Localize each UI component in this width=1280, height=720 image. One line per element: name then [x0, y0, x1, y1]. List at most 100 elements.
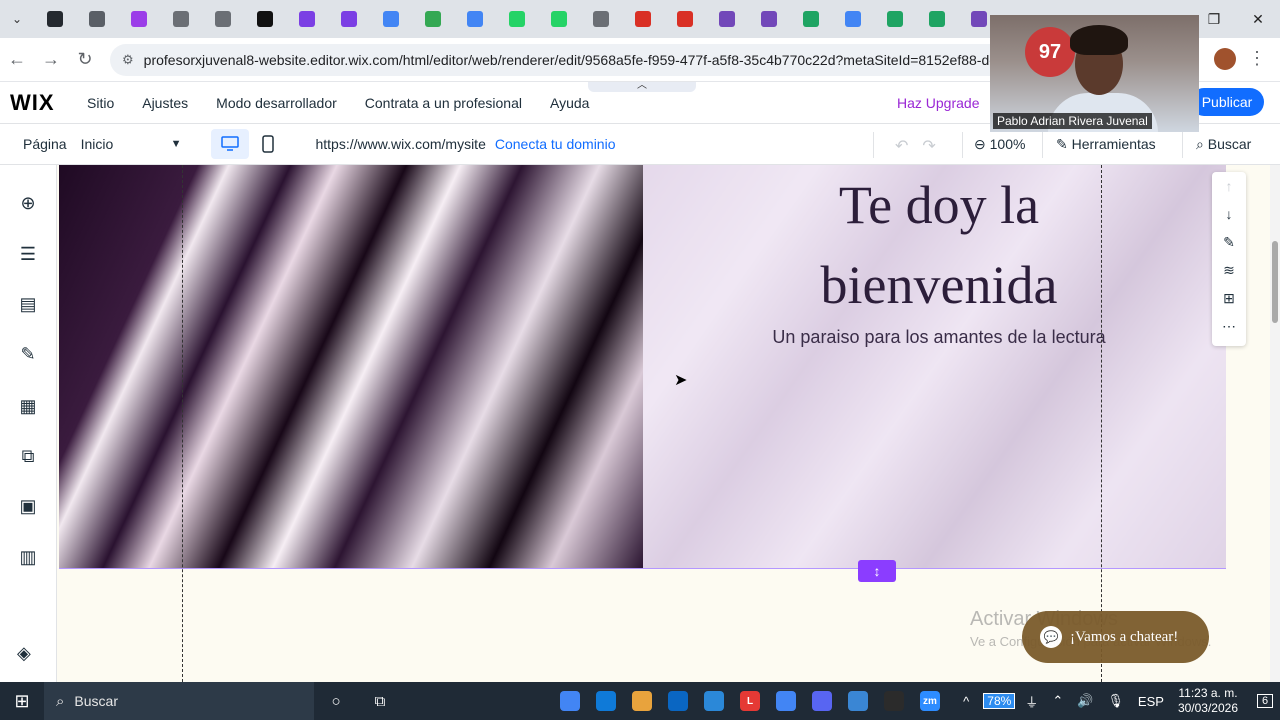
volume-icon[interactable]: 🔊 — [1077, 693, 1093, 709]
battery-indicator[interactable]: 78% — [983, 693, 1016, 709]
browser-tab[interactable] — [76, 0, 118, 38]
taskbar-app-icon[interactable]: zm — [912, 682, 948, 720]
browser-tab[interactable] — [916, 0, 958, 38]
mobile-view-icon[interactable] — [249, 129, 287, 159]
browser-tab[interactable] — [496, 0, 538, 38]
browser-tab[interactable] — [706, 0, 748, 38]
menu-help[interactable]: Ayuda — [550, 95, 589, 111]
taskbar-app-icon[interactable] — [876, 682, 912, 720]
canvas-scrollbar[interactable] — [1270, 165, 1280, 682]
zoom-control[interactable]: ⊖ 100% — [974, 136, 1025, 153]
browser-tab[interactable] — [874, 0, 916, 38]
close-window-icon[interactable]: ✕ — [1236, 0, 1280, 38]
books-image-left[interactable] — [59, 165, 643, 569]
notifications-icon[interactable]: 6 — [1250, 682, 1280, 720]
chevron-down-icon[interactable]: ▼ — [171, 138, 182, 150]
taskbar-app-icon[interactable] — [624, 682, 660, 720]
url-field[interactable]: ⚙ profesorxjuvenal8-website.editor.wix.c… — [110, 43, 1120, 76]
move-down-icon[interactable]: ↓ — [1212, 200, 1246, 228]
design-icon[interactable]: ✎ — [17, 343, 39, 365]
wix-logo[interactable]: WIX — [10, 90, 80, 116]
pages-icon[interactable]: ▤ — [17, 293, 39, 315]
publish-button[interactable]: Publicar — [1190, 88, 1264, 116]
layers-stack-icon[interactable]: ≋ — [1212, 256, 1246, 284]
browser-tab[interactable] — [202, 0, 244, 38]
cortana-icon[interactable]: ○ — [314, 682, 358, 720]
hero-title[interactable]: Te doy la bienvenida — [759, 165, 1119, 325]
layout-icon[interactable]: ⊞ — [1212, 284, 1246, 312]
reload-icon[interactable]: ↻ — [68, 49, 102, 70]
profile-avatar[interactable] — [1214, 48, 1236, 70]
tools-button[interactable]: ✎ Herramientas — [1056, 136, 1156, 153]
taskbar-app-icon[interactable] — [840, 682, 876, 720]
mic-icon[interactable]: 🎙 — [1107, 693, 1124, 709]
browser-tab[interactable] — [538, 0, 580, 38]
business-icon[interactable]: ⧉ — [17, 445, 39, 467]
collapse-toolbar-icon[interactable]: ︿ — [588, 81, 696, 92]
editor-canvas[interactable]: Te doy la bienvenida Un paraiso para los… — [57, 165, 1270, 682]
task-view-icon[interactable]: ⧉ — [358, 682, 402, 720]
language-indicator[interactable]: ESP — [1138, 694, 1164, 709]
page-selector[interactable]: Inicio — [81, 136, 171, 152]
connect-domain-link[interactable]: Conecta tu dominio — [495, 136, 616, 152]
taskbar-app-icon[interactable]: L — [732, 682, 768, 720]
forward-icon[interactable]: → — [34, 49, 68, 70]
browser-tab[interactable] — [160, 0, 202, 38]
taskbar-app-icon[interactable] — [660, 682, 696, 720]
apps-icon[interactable]: ▦ — [17, 395, 39, 417]
browser-tab[interactable] — [622, 0, 664, 38]
site-info-icon[interactable]: ⚙ — [122, 52, 134, 68]
browser-tab[interactable] — [790, 0, 832, 38]
taskbar-app-icon[interactable] — [552, 682, 588, 720]
section-resize-handle[interactable]: ↕ — [858, 560, 896, 582]
add-elements-icon[interactable]: ⊕ — [17, 192, 39, 214]
app-glyph — [776, 691, 796, 711]
menu-site[interactable]: Sitio — [87, 95, 114, 111]
browser-tab[interactable] — [748, 0, 790, 38]
menu-settings[interactable]: Ajustes — [142, 95, 188, 111]
browser-menu-icon[interactable]: ⋮ — [1248, 48, 1266, 69]
browser-tab[interactable] — [412, 0, 454, 38]
scrollbar-thumb[interactable] — [1272, 241, 1278, 323]
tray-chevron-icon[interactable]: ⌃ — [1052, 693, 1063, 709]
cms-icon[interactable]: ▥ — [17, 546, 39, 568]
clock[interactable]: 11:23 a. m. 30/03/2026 — [1178, 686, 1238, 716]
hero-subtitle[interactable]: Un paraiso para los amantes de la lectur… — [709, 327, 1169, 348]
browser-tab[interactable] — [34, 0, 76, 38]
tab-favicon-icon — [803, 11, 819, 27]
tab-favicon-icon — [509, 11, 525, 27]
tray-expand-icon[interactable]: ^ — [963, 694, 969, 709]
taskbar-app-icon[interactable] — [588, 682, 624, 720]
move-up-icon[interactable]: ↑ — [1212, 172, 1246, 200]
undo-redo-icons[interactable]: ↶↷ — [895, 136, 950, 156]
upgrade-link[interactable]: Haz Upgrade — [897, 95, 980, 111]
menu-dev-mode[interactable]: Modo desarrollador — [216, 95, 337, 111]
search-button[interactable]: ⌕ Buscar — [1196, 136, 1251, 153]
menu-hire-pro[interactable]: Contrata a un profesional — [365, 95, 522, 111]
media-icon[interactable]: ▣ — [17, 495, 39, 517]
browser-tab[interactable] — [118, 0, 160, 38]
browser-tab[interactable] — [370, 0, 412, 38]
chat-label: ¡Vamos a chatear! — [1070, 628, 1179, 645]
more-icon[interactable]: ⋯ — [1212, 312, 1246, 340]
browser-tab[interactable] — [454, 0, 496, 38]
taskbar-app-icon[interactable] — [696, 682, 732, 720]
browser-tab[interactable] — [244, 0, 286, 38]
sections-icon[interactable]: ☰ — [17, 243, 39, 265]
browser-tab[interactable] — [286, 0, 328, 38]
chat-button[interactable]: 💬 ¡Vamos a chatear! — [1022, 611, 1209, 663]
taskbar-app-icon[interactable] — [768, 682, 804, 720]
taskbar-app-icon[interactable] — [804, 682, 840, 720]
hero-section[interactable]: Te doy la bienvenida Un paraiso para los… — [59, 165, 1226, 569]
taskbar-search[interactable]: ⌕ Buscar — [44, 682, 314, 720]
browser-tab[interactable] — [580, 0, 622, 38]
windows-start-icon[interactable]: ⊞ — [0, 682, 44, 720]
browser-tab[interactable] — [328, 0, 370, 38]
desktop-view-icon[interactable] — [211, 129, 250, 159]
edit-pencil-icon[interactable]: ✎ — [1212, 228, 1246, 256]
tab-search-chevron-icon[interactable]: ⌄ — [0, 12, 34, 26]
browser-tab[interactable] — [664, 0, 706, 38]
browser-tab[interactable] — [832, 0, 874, 38]
layers-icon[interactable]: ◈ — [17, 643, 31, 664]
back-icon[interactable]: ← — [0, 49, 34, 70]
